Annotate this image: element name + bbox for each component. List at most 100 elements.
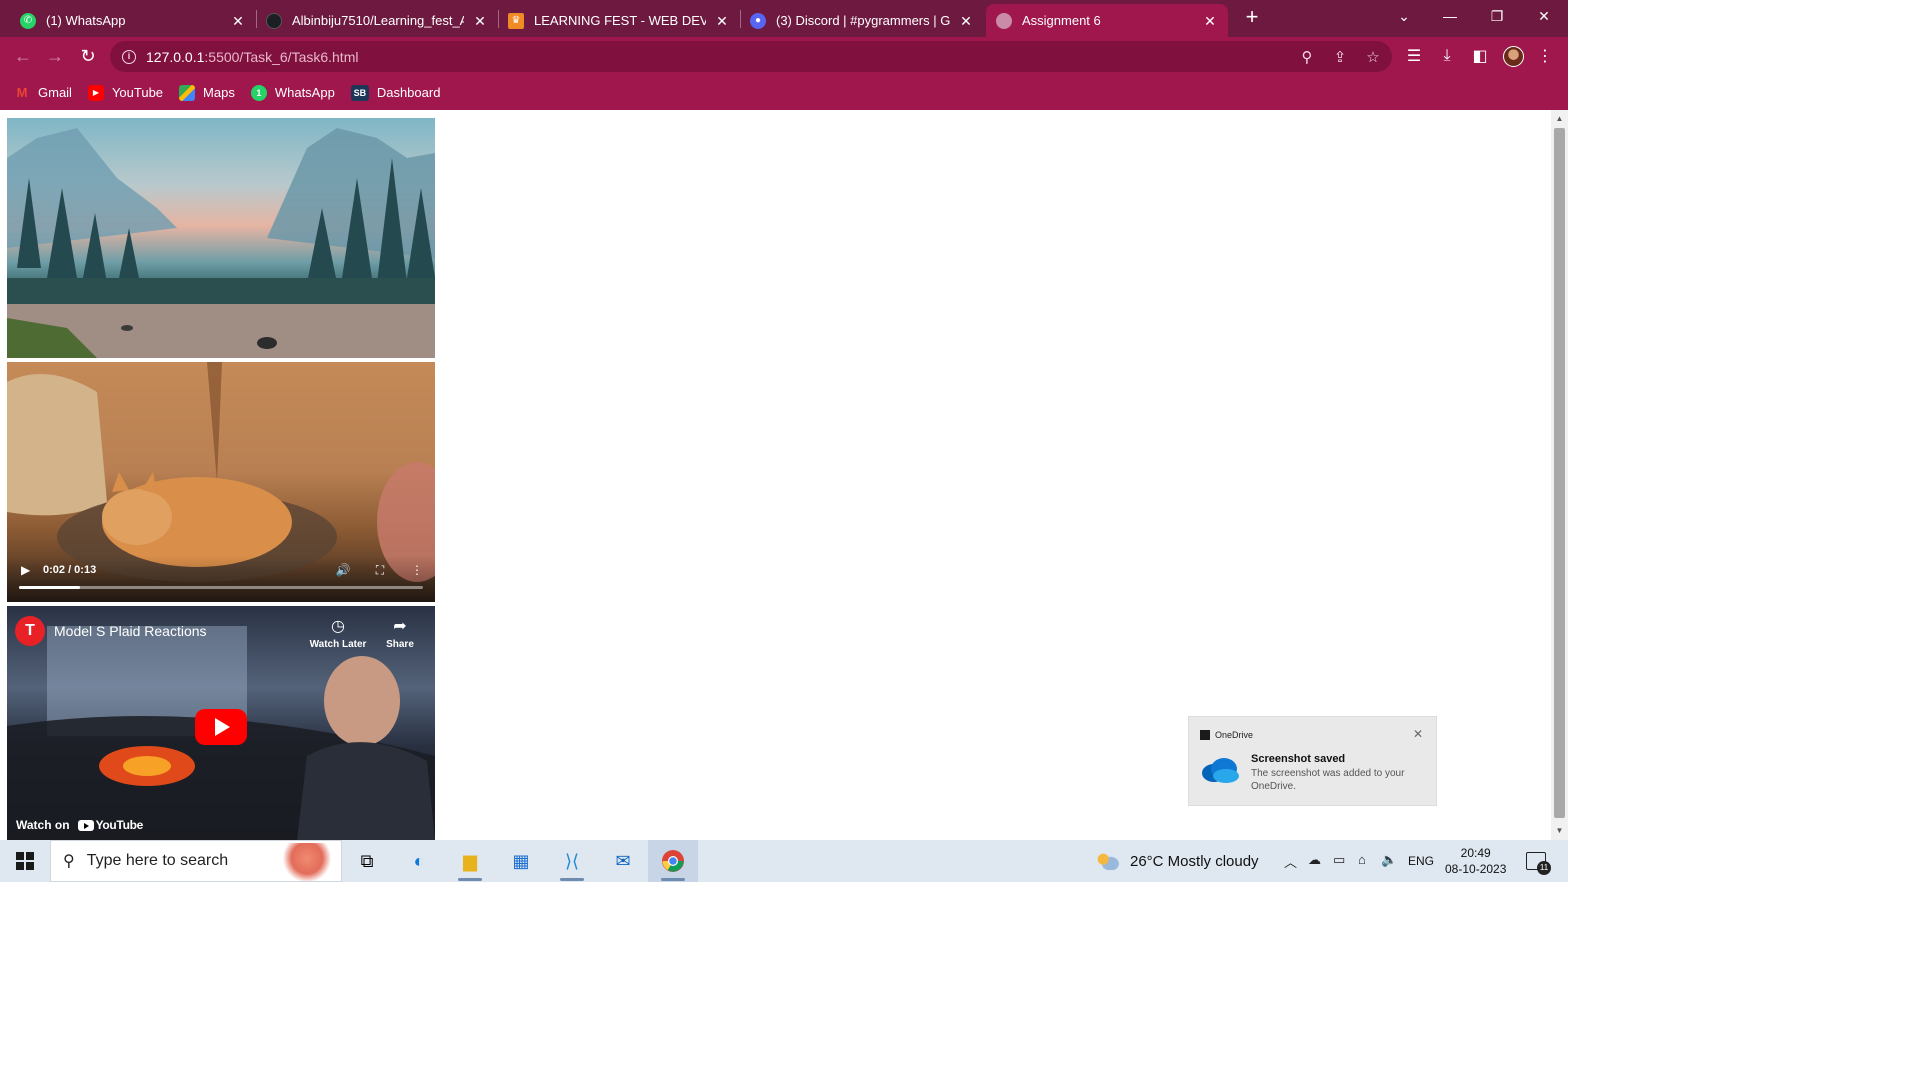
bookmark-youtube[interactable]: ▶ YouTube xyxy=(87,84,163,101)
tab-assignment-6[interactable]: Assignment 6 ✕ xyxy=(986,4,1228,37)
watch-on-youtube-link[interactable]: Watch on YouTube xyxy=(16,818,143,832)
scroll-up-icon[interactable]: ▲ xyxy=(1555,114,1564,123)
tab-search-icon[interactable]: ⌄ xyxy=(1381,0,1427,32)
language-indicator[interactable]: ENG xyxy=(1408,854,1434,868)
maps-icon xyxy=(179,84,196,101)
close-icon[interactable]: ✕ xyxy=(1413,727,1423,741)
github-icon xyxy=(266,12,282,29)
whatsapp-icon: 1 xyxy=(250,84,267,101)
share-button[interactable]: ➦ Share xyxy=(368,616,432,650)
scroll-down-icon[interactable]: ▼ xyxy=(1555,826,1564,835)
tab-github[interactable]: Albinbiju7510/Learning_fest_Alb ✕ xyxy=(256,4,498,37)
tab-discord[interactable]: ● (3) Discord | #pygrammers | GTe ✕ xyxy=(740,4,984,37)
volume-icon[interactable]: 🔈 xyxy=(1381,852,1397,868)
tab-strip: ✆ (1) WhatsApp ✕ Albinbiju7510/Learning_… xyxy=(0,0,1568,37)
clock-icon: ◷ xyxy=(331,618,345,635)
more-options-icon[interactable]: ⋮ xyxy=(409,562,425,578)
bookmark-maps[interactable]: Maps xyxy=(179,84,235,101)
network-icon[interactable]: ⌂ xyxy=(1358,852,1366,867)
video-progress-bar[interactable] xyxy=(19,586,423,589)
toast-body: The screenshot was added to your OneDriv… xyxy=(1251,768,1405,792)
battery-icon[interactable]: ▭ xyxy=(1333,852,1345,868)
fullscreen-icon[interactable]: ⛶ xyxy=(372,562,388,578)
forward-button[interactable]: → xyxy=(42,44,68,68)
show-hidden-icons-icon[interactable]: ︿ xyxy=(1284,852,1297,871)
chrome-icon[interactable] xyxy=(648,840,698,882)
volume-icon[interactable]: 🔊 xyxy=(335,562,351,578)
bookmark-label: WhatsApp xyxy=(274,85,335,100)
youtube-video-title[interactable]: Model S Plaid Reactions xyxy=(54,623,207,639)
tesla-channel-icon[interactable]: T xyxy=(15,616,45,646)
edge-icon[interactable]: ◐ xyxy=(394,840,444,882)
notification-center-icon[interactable]: 11 xyxy=(1526,852,1551,875)
octopus-search-highlight-icon xyxy=(281,843,333,881)
download-icon[interactable]: ⤓ xyxy=(1437,46,1457,66)
onedrive-notification[interactable]: OneDrive ✕ Screenshot saved The screensh… xyxy=(1188,716,1437,806)
url-path: :5500/Task_6/Task6.html xyxy=(204,48,359,65)
bookmark-star-icon[interactable]: ☆ xyxy=(1364,48,1382,66)
close-icon[interactable]: ✕ xyxy=(472,13,488,29)
cat-video-player[interactable]: ▶ 0:02 / 0:13 🔊 ⛶ ⋮ xyxy=(7,362,435,602)
tab-learning-fest[interactable]: ♛ LEARNING FEST - WEB DEVELOP ✕ xyxy=(498,4,740,37)
weather-widget[interactable]: 26°C Mostly cloudy xyxy=(1096,840,1259,882)
watch-later-label: Watch Later xyxy=(309,639,367,650)
scrollbar-thumb[interactable] xyxy=(1554,128,1565,818)
window-close-icon[interactable]: ✕ xyxy=(1521,0,1567,32)
play-icon[interactable]: ▶ xyxy=(21,563,35,577)
chrome-logo xyxy=(662,850,684,872)
tab-whatsapp[interactable]: ✆ (1) WhatsApp ✕ xyxy=(10,4,256,37)
start-button[interactable] xyxy=(0,840,50,882)
weather-text: 26°C Mostly cloudy xyxy=(1130,852,1259,870)
windows-taskbar: ⚲ Type here to search ⧉ ◐ ▆ ▦ ⟩⟨ ✉ 26°C … xyxy=(0,840,1568,882)
file-explorer-icon[interactable]: ▆ xyxy=(445,840,495,882)
onedrive-tray-icon[interactable]: ☁ xyxy=(1308,852,1321,868)
share-icon[interactable]: ⇪ xyxy=(1331,48,1349,66)
bookmark-label: Dashboard xyxy=(376,85,441,100)
clock[interactable]: 20:49 08-10-2023 xyxy=(1445,845,1506,877)
address-bar[interactable]: i 127.0.0.1:5500/Task_6/Task6.html ⚲ ⇪ ☆ xyxy=(110,41,1392,72)
search-icon: ⚲ xyxy=(63,853,75,870)
notification-count-badge: 11 xyxy=(1537,861,1551,875)
microsoft-store-icon[interactable]: ▦ xyxy=(496,840,546,882)
menu-icon[interactable]: ⋮ xyxy=(1535,46,1555,66)
watch-on-label: Watch on xyxy=(16,818,70,832)
minimize-icon[interactable]: — xyxy=(1427,0,1473,32)
restore-icon[interactable]: ❐ xyxy=(1474,0,1520,32)
task-view-icon[interactable]: ⧉ xyxy=(342,840,392,882)
tab-title: (1) WhatsApp xyxy=(46,13,126,28)
bookmark-label: Gmail xyxy=(38,85,72,100)
browser-toolbar: ← → ↻ i 127.0.0.1:5500/Task_6/Task6.html… xyxy=(0,37,1568,75)
close-icon[interactable]: ✕ xyxy=(958,13,974,29)
taskbar-search[interactable]: ⚲ Type here to search xyxy=(50,840,342,882)
watch-later-button[interactable]: ◷ Watch Later xyxy=(306,616,370,650)
close-icon[interactable]: ✕ xyxy=(1202,13,1218,29)
page-scrollbar[interactable]: ▲ ▼ xyxy=(1551,110,1568,840)
whatsapp-icon: ✆ xyxy=(20,12,36,29)
site-info-icon[interactable]: i xyxy=(122,49,136,64)
tab-title: (3) Discord | #pygrammers | GTe xyxy=(776,13,950,28)
close-icon[interactable]: ✕ xyxy=(230,13,246,29)
profile-avatar[interactable] xyxy=(1503,46,1524,67)
bookmark-gmail[interactable]: M Gmail xyxy=(14,85,72,101)
tab-title: Albinbiju7510/Learning_fest_Alb xyxy=(292,13,464,28)
side-panel-icon[interactable]: ◧ xyxy=(1470,46,1490,66)
search-placeholder: Type here to search xyxy=(86,852,229,869)
play-icon xyxy=(215,718,230,736)
partly-cloudy-icon xyxy=(1096,852,1120,870)
close-icon[interactable]: ✕ xyxy=(714,13,730,29)
bookmark-whatsapp[interactable]: 1 WhatsApp xyxy=(250,84,335,101)
reload-button[interactable]: ↻ xyxy=(75,44,101,68)
dashboard-icon: SB xyxy=(350,84,369,101)
zoom-icon[interactable]: ⚲ xyxy=(1298,48,1316,66)
youtube-embed[interactable]: T Model S Plaid Reactions ◷ Watch Later … xyxy=(7,606,435,840)
new-tab-button[interactable]: + xyxy=(1240,6,1264,30)
youtube-play-button[interactable] xyxy=(195,709,247,745)
mail-icon[interactable]: ✉ xyxy=(598,840,648,882)
reading-list-icon[interactable]: ☰ xyxy=(1404,46,1424,66)
bookmark-dashboard[interactable]: SB Dashboard xyxy=(350,84,441,101)
gmail-icon: M xyxy=(16,85,28,100)
youtube-icon: ▶ xyxy=(87,84,104,101)
vscode-icon[interactable]: ⟩⟨ xyxy=(547,840,597,882)
toast-app-name: OneDrive xyxy=(1215,730,1254,740)
back-button[interactable]: ← xyxy=(10,44,36,68)
